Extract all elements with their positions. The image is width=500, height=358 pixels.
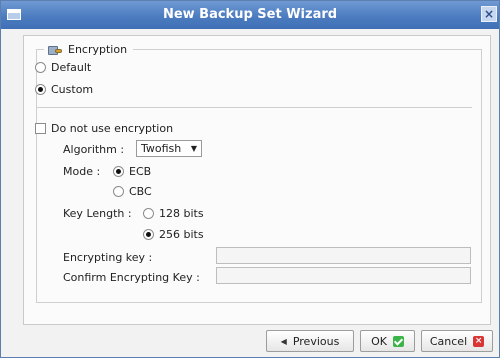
key-length-128-radio[interactable] <box>143 208 154 219</box>
custom-radio-option[interactable]: Custom <box>35 83 93 96</box>
confirm-encrypting-key-label: Confirm Encrypting Key : <box>63 271 200 284</box>
algorithm-select[interactable]: Twofish ▼ <box>136 140 202 157</box>
close-button[interactable]: × <box>481 6 497 22</box>
mode-cbc-label: CBC <box>129 185 152 198</box>
mode-ecb-option[interactable]: ECB <box>113 165 151 178</box>
mode-cbc-option[interactable]: CBC <box>113 185 152 198</box>
previous-button[interactable]: ◀ Previous <box>266 330 354 352</box>
chevron-down-icon: ▼ <box>190 144 198 153</box>
title-bar: New Backup Set Wizard × <box>1 1 499 29</box>
key-length-256-label: 256 bits <box>159 228 204 241</box>
mode-cbc-radio[interactable] <box>113 186 124 197</box>
ok-button[interactable]: OK <box>360 330 415 352</box>
lock-key-icon <box>48 43 62 55</box>
do-not-use-encryption-label: Do not use encryption <box>51 122 174 135</box>
left-arrow-icon: ◀ <box>280 336 287 346</box>
mode-ecb-radio[interactable] <box>113 166 124 177</box>
default-radio[interactable] <box>35 62 46 73</box>
do-not-use-encryption-checkbox[interactable] <box>35 123 46 134</box>
key-length-256-radio[interactable] <box>143 229 154 240</box>
ok-button-label: OK <box>371 334 387 348</box>
encrypting-key-input[interactable] <box>216 247 471 264</box>
encryption-legend-label: Encryption <box>68 42 128 56</box>
wizard-window: New Backup Set Wizard × Encryption Defau… <box>0 0 500 358</box>
key-length-128-option[interactable]: 128 bits <box>143 207 204 220</box>
custom-radio[interactable] <box>35 84 46 95</box>
cancel-button-label: Cancel <box>429 334 468 348</box>
encryption-legend: Encryption <box>44 42 134 56</box>
do-not-use-encryption-option[interactable]: Do not use encryption <box>35 122 173 135</box>
key-length-label: Key Length : <box>63 207 132 220</box>
encryption-group <box>36 49 482 303</box>
previous-button-label: Previous <box>292 334 340 348</box>
custom-radio-label: Custom <box>51 83 94 96</box>
window-title: New Backup Set Wizard <box>162 7 338 22</box>
algorithm-label: Algorithm : <box>63 143 125 156</box>
x-icon: × <box>473 335 485 347</box>
default-radio-label: Default <box>51 61 92 74</box>
key-length-256-option[interactable]: 256 bits <box>143 228 204 241</box>
confirm-encrypting-key-input[interactable] <box>216 267 471 284</box>
default-radio-option[interactable]: Default <box>35 61 91 74</box>
algorithm-value: Twofish <box>141 142 182 155</box>
mode-label: Mode : <box>63 165 101 178</box>
key-length-128-label: 128 bits <box>159 207 204 220</box>
mode-ecb-label: ECB <box>129 165 152 178</box>
encrypting-key-label: Encrypting key : <box>63 251 153 264</box>
options-divider <box>36 107 472 108</box>
cancel-button[interactable]: Cancel × <box>421 330 493 352</box>
check-icon <box>392 335 404 347</box>
